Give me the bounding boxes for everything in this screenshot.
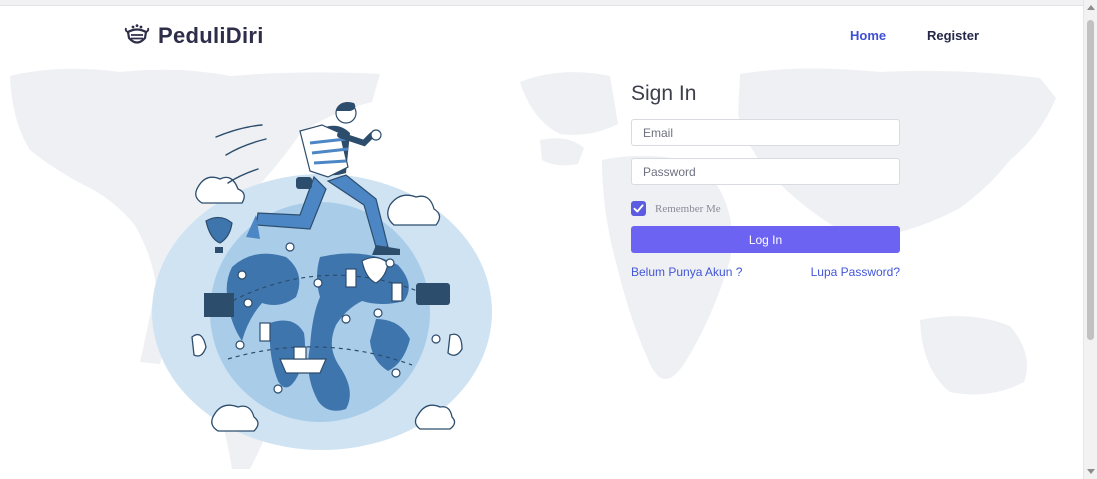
remember-me-row[interactable]: Remember Me: [631, 201, 900, 216]
remember-me-checkbox[interactable]: [631, 201, 646, 216]
remember-me-label: Remember Me: [655, 202, 721, 215]
vertical-scrollbar[interactable]: [1083, 0, 1097, 479]
checkbox-check-icon: [633, 204, 644, 213]
signin-title: Sign In: [631, 82, 697, 105]
traveler-globe-illustration: [152, 102, 492, 450]
main-section: Sign In Remember Me Log In Belum Punya A…: [0, 64, 1083, 479]
mask-logo-icon: [124, 24, 150, 44]
login-button[interactable]: Log In: [631, 226, 900, 253]
signin-links: Belum Punya Akun ? Lupa Password?: [631, 265, 900, 279]
scroll-down-icon[interactable]: [1087, 469, 1095, 474]
scroll-up-icon[interactable]: [1087, 5, 1095, 10]
navbar: PeduliDiri Home Register: [0, 6, 1083, 64]
email-input[interactable]: [631, 119, 900, 146]
forgot-password-link[interactable]: Lupa Password?: [811, 265, 900, 279]
password-input[interactable]: [631, 158, 900, 185]
brand[interactable]: PeduliDiri: [124, 23, 264, 49]
scrollbar-thumb[interactable]: [1087, 20, 1094, 340]
brand-name: PeduliDiri: [158, 23, 264, 48]
nav-register-link[interactable]: Register: [927, 28, 979, 43]
nav-home-link[interactable]: Home: [850, 28, 886, 43]
signin-form: Sign In Remember Me Log In Belum Punya A…: [631, 82, 900, 279]
register-account-link[interactable]: Belum Punya Akun ?: [631, 265, 742, 279]
